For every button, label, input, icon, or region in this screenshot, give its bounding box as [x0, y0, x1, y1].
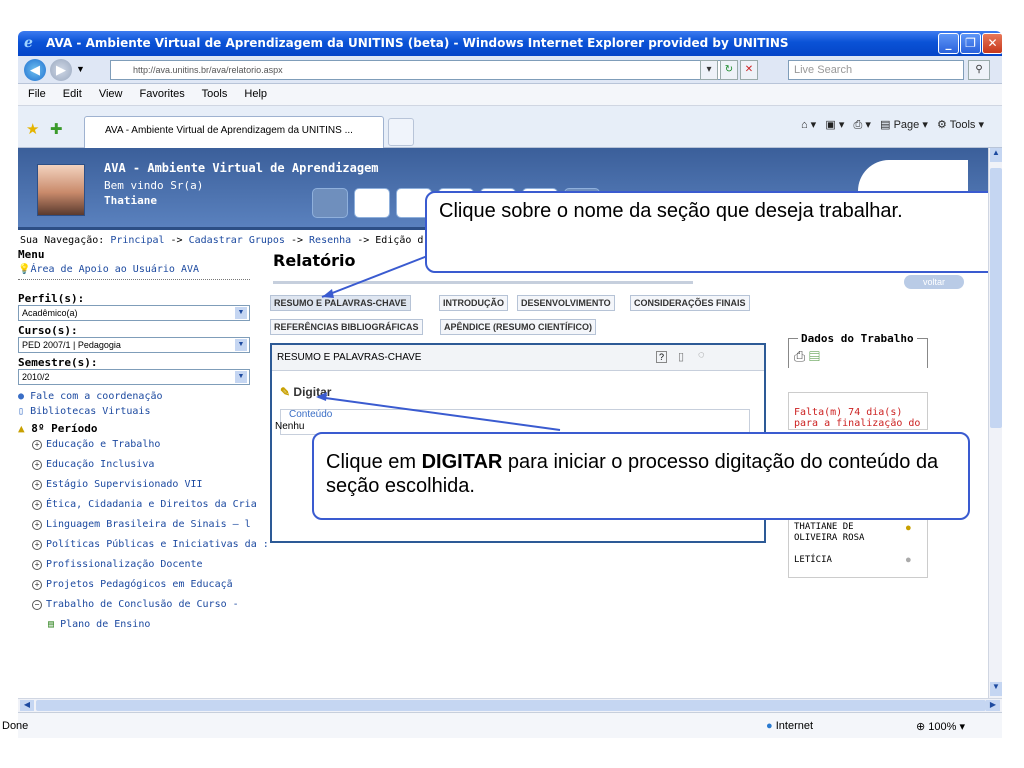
scroll-right-icon[interactable]: ▶ — [986, 700, 1000, 711]
callout-digitar: Clique em DIGITAR para iniciar o process… — [312, 432, 970, 520]
arrow-to-tab — [321, 254, 431, 298]
horizontal-scrollbar[interactable]: ◀ ▶ — [18, 698, 1002, 712]
status-text: Done — [2, 720, 29, 732]
vertical-scrollbar[interactable]: ▲ ▼ — [988, 148, 1002, 698]
callout-section: Clique sobre o nome da seção que deseja … — [425, 191, 1001, 273]
callout-arrows — [316, 254, 561, 431]
arrow-head — [322, 289, 334, 298]
zoom-icon: ⊕ — [916, 721, 926, 733]
zone-indicator: ● Internet — [766, 720, 814, 732]
scroll-down-icon[interactable]: ▼ — [990, 682, 1002, 696]
hscroll-thumb[interactable] — [36, 700, 986, 711]
globe-icon: ● — [766, 720, 773, 732]
zoom-control[interactable]: ⊕ 100% ▾ — [916, 720, 965, 733]
arrow-head — [316, 392, 327, 401]
arrow-to-digitar — [317, 396, 561, 431]
status-bar: Done ● Internet ⊕ 100% ▾ — [2, 712, 1002, 738]
scroll-up-icon[interactable]: ▲ — [990, 148, 1002, 162]
scroll-left-icon[interactable]: ◀ — [20, 700, 34, 711]
scroll-thumb[interactable] — [990, 168, 1002, 428]
